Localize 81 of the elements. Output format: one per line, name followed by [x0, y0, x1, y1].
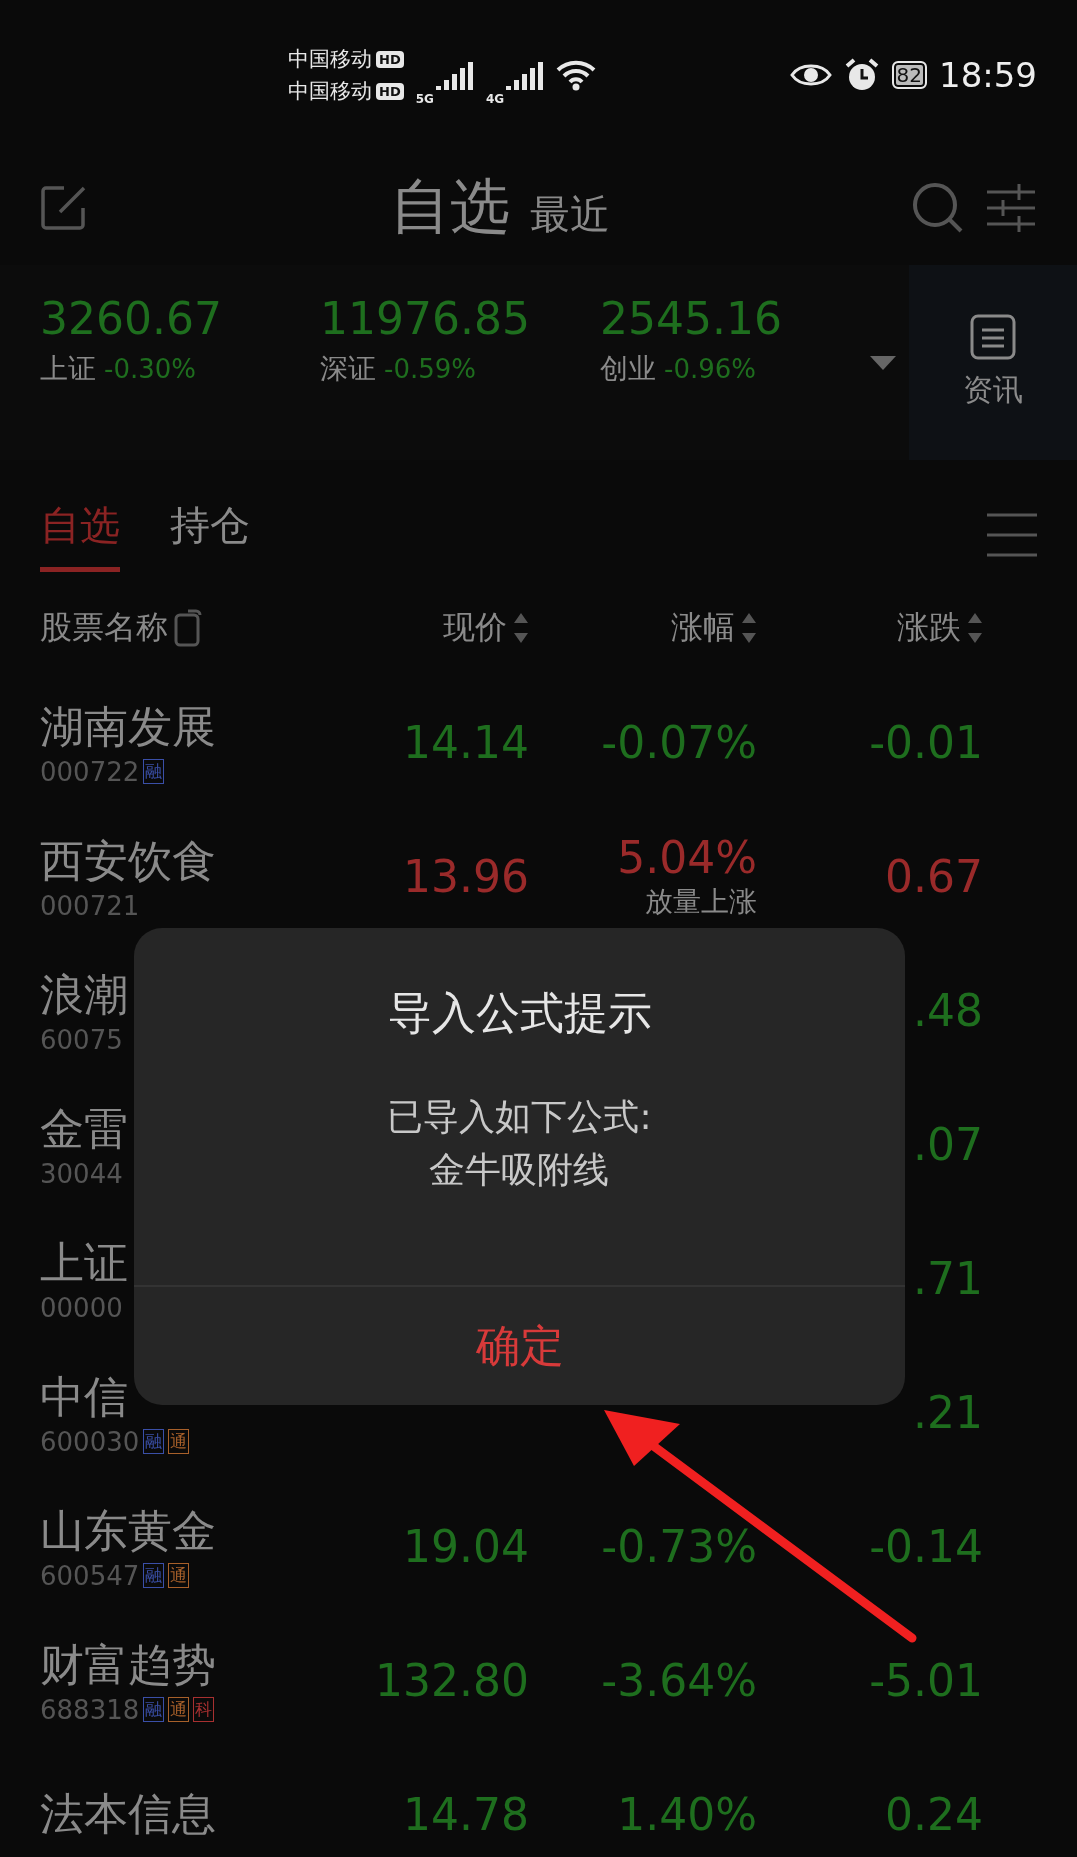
change-amount: .21	[913, 1386, 983, 1438]
alarm-icon	[843, 57, 880, 93]
stock-tag: 融	[143, 1429, 165, 1454]
change-percent: -3.64%	[601, 1654, 757, 1706]
sliders-icon[interactable]	[985, 181, 1037, 234]
wifi-icon	[556, 59, 597, 91]
index-change: -0.30%	[104, 354, 196, 384]
stock-tag: 融	[143, 1697, 165, 1722]
edit-icon[interactable]	[40, 183, 88, 232]
column-header[interactable]: 涨跌	[897, 605, 961, 650]
stock-code: 00000	[40, 1292, 123, 1323]
price-cell: 19.04	[403, 1520, 529, 1572]
stock-code: 000722	[40, 756, 140, 787]
stock-name[interactable]: 湖南发展	[40, 697, 349, 757]
change-percent: -0.73%	[601, 1520, 757, 1572]
index-change: -0.59%	[384, 354, 476, 384]
index-value: 2545.16	[600, 293, 783, 344]
index-name: 上证	[40, 351, 96, 387]
index-change: -0.96%	[664, 354, 756, 384]
list-tab[interactable]: 持仓	[170, 498, 250, 572]
price-cell: 132.80	[375, 1654, 529, 1706]
index-value: 3260.67	[40, 293, 223, 344]
stock-tag: 融	[143, 1563, 165, 1588]
dialog-message: 金牛吸附线	[429, 1148, 610, 1192]
stock-code: 30044	[40, 1158, 123, 1189]
stock-tag: 科	[193, 1697, 215, 1722]
column-header[interactable]: 涨幅	[671, 605, 735, 650]
change-percent: 5.04%	[617, 831, 757, 883]
index-name: 创业	[600, 351, 656, 387]
document-icon	[970, 314, 1016, 360]
stock-note: 放量上涨	[645, 883, 757, 920]
stock-name[interactable]: 法本信息	[40, 1784, 349, 1844]
price-cell: 14.78	[403, 1788, 529, 1840]
index-name: 深证	[320, 351, 376, 387]
signal-icon	[435, 60, 474, 90]
price-cell: 13.96	[403, 850, 529, 902]
search-icon[interactable]	[911, 180, 965, 235]
phone-icon[interactable]	[174, 608, 202, 647]
stock-code: 600547	[40, 1560, 140, 1591]
column-header: 股票名称	[40, 606, 168, 648]
hd-badge: HD	[376, 82, 404, 100]
change-amount: .48	[913, 984, 983, 1036]
stock-code: 688318	[40, 1694, 140, 1725]
network-type: 5G	[415, 92, 434, 106]
price-cell: 14.14	[403, 716, 529, 768]
confirm-button[interactable]: 确定	[134, 1285, 905, 1405]
change-amount: .07	[913, 1118, 983, 1170]
hd-badge: HD	[376, 50, 404, 68]
network-type: 4G	[485, 92, 505, 106]
column-header[interactable]: 现价	[443, 605, 507, 650]
battery-level: 82	[891, 61, 927, 89]
clock-time: 18:59	[939, 55, 1037, 95]
index-value: 11976.85	[320, 293, 531, 344]
change-amount: -0.01	[869, 716, 983, 768]
header-tab[interactable]: 自选	[389, 167, 510, 248]
stock-tag: 通	[168, 1429, 190, 1454]
stock-tag: 融	[143, 759, 165, 784]
stock-name[interactable]: 财富趋势	[40, 1635, 349, 1695]
menu-icon[interactable]	[987, 513, 1037, 557]
change-amount: 0.24	[885, 1788, 983, 1840]
stock-name[interactable]: 西安饮食	[40, 831, 349, 891]
signal-icon	[506, 60, 545, 90]
dropdown-caret-icon[interactable]	[870, 355, 896, 370]
change-amount: -5.01	[869, 1654, 983, 1706]
change-percent: -0.07%	[601, 716, 757, 768]
change-amount: 0.67	[885, 850, 983, 902]
carrier-name: 中国移动	[288, 46, 372, 73]
dialog-title: 导入公式提示	[387, 986, 652, 1040]
stock-code: 60075	[40, 1024, 123, 1055]
change-amount: .71	[913, 1252, 983, 1304]
change-percent: 1.40%	[617, 1788, 757, 1840]
stock-name[interactable]: 山东黄金	[40, 1501, 349, 1561]
news-button[interactable]: 资讯	[909, 265, 1077, 460]
dialog-message: 已导入如下公式:	[387, 1095, 652, 1139]
stock-code: 000721	[40, 890, 140, 921]
stock-code: 600030	[40, 1426, 140, 1457]
header-tab[interactable]: 最近	[529, 187, 610, 242]
carrier-name: 中国移动	[288, 78, 372, 105]
change-amount: -0.14	[869, 1520, 983, 1572]
stock-tag: 通	[168, 1697, 190, 1722]
stock-tag: 通	[168, 1563, 190, 1588]
